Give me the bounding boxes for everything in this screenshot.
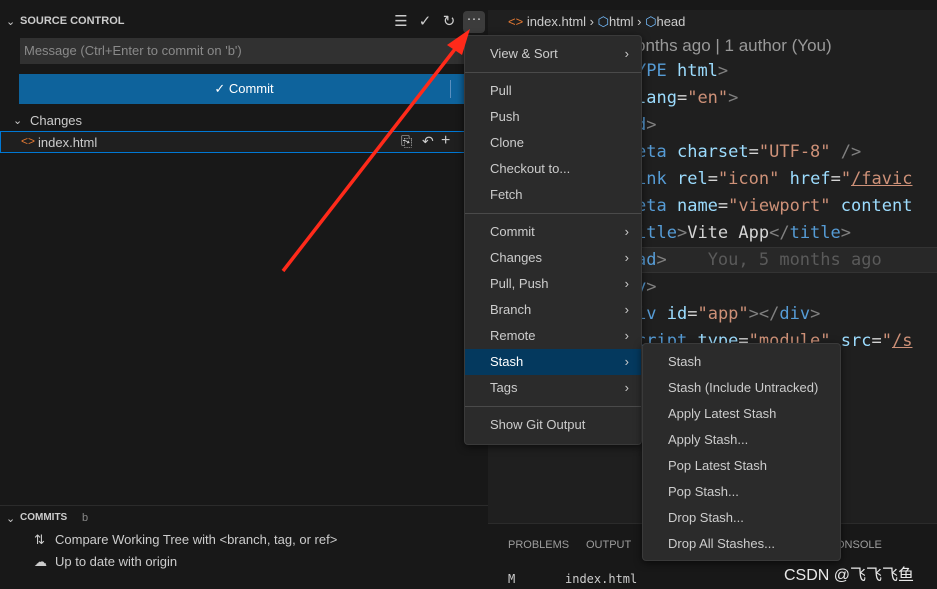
arrow-head [447, 29, 470, 55]
red-arrow-annotation [281, 29, 470, 273]
arrow-shaft [281, 38, 464, 273]
watermark: CSDN @飞飞飞鱼 [784, 567, 915, 584]
